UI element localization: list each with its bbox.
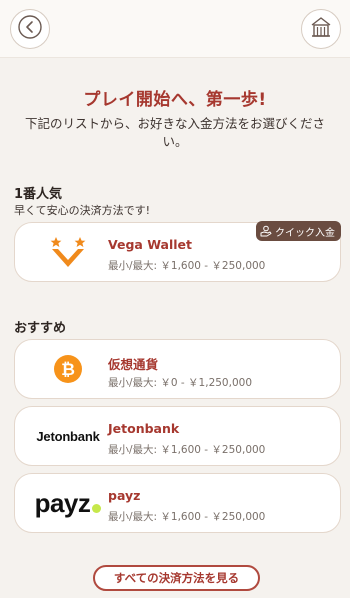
payment-card-payz[interactable]: payz payz 最小/最大: ￥1,600 - ￥250,000 <box>14 473 341 533</box>
payment-name: payz <box>108 488 141 503</box>
back-button[interactable] <box>10 9 50 49</box>
svg-text:₿: ₿ <box>61 360 75 380</box>
payment-card-jetonbank[interactable]: Jetonbank Jetonbank 最小/最大: ￥1,600 - ￥250… <box>14 406 341 466</box>
bitcoin-icon: ₿ <box>27 340 109 398</box>
payment-limit: 最小/最大: ￥1,600 - ￥250,000 <box>108 444 266 456</box>
page-title: プレイ開始へ、第一歩! <box>83 90 267 110</box>
payment-limit: 最小/最大: ￥1,600 - ￥250,000 <box>108 260 266 272</box>
payz-logo-text: payz <box>34 487 91 518</box>
hand-coin-icon <box>260 225 272 237</box>
payz-logo: payz <box>27 474 109 532</box>
quick-deposit-label: クイック入金 <box>275 227 335 239</box>
payment-card-crypto[interactable]: ₿ 仮想通貨 最小/最大: ￥0 - ￥1,250,000 <box>14 339 341 399</box>
chevron-left-icon <box>17 14 43 44</box>
payment-name: Vega Wallet <box>108 237 193 252</box>
home-button[interactable] <box>301 9 341 49</box>
see-all-payment-methods-button[interactable]: すべての決済方法を見る <box>93 565 260 591</box>
recommended-section-title: おすすめ <box>14 321 67 336</box>
payment-limit: 最小/最大: ￥1,600 - ￥250,000 <box>108 511 266 523</box>
payment-name: 仮想通貨 <box>108 357 159 372</box>
home-icon <box>308 14 334 44</box>
payz-dot-icon <box>92 503 102 513</box>
jetonbank-logo-text: Jetonbank <box>36 428 100 444</box>
payment-name: Jetonbank <box>108 421 180 436</box>
jetonbank-logo: Jetonbank <box>27 407 109 465</box>
quick-deposit-badge: クイック入金 <box>256 221 341 241</box>
vega-wallet-logo <box>27 223 109 281</box>
payment-limit: 最小/最大: ￥0 - ￥1,250,000 <box>108 377 252 389</box>
popular-section-title: 1番人気 <box>14 187 63 202</box>
popular-section-subtitle: 早くて安心の決済方法です! <box>14 204 151 217</box>
page-subtitle: 下記のリストから、お好きな入金方法をお選びください。 <box>24 116 325 149</box>
payment-card-vega-wallet[interactable]: Vega Wallet 最小/最大: ￥1,600 - ￥250,000 クイッ… <box>14 221 341 282</box>
top-bar <box>0 0 350 58</box>
